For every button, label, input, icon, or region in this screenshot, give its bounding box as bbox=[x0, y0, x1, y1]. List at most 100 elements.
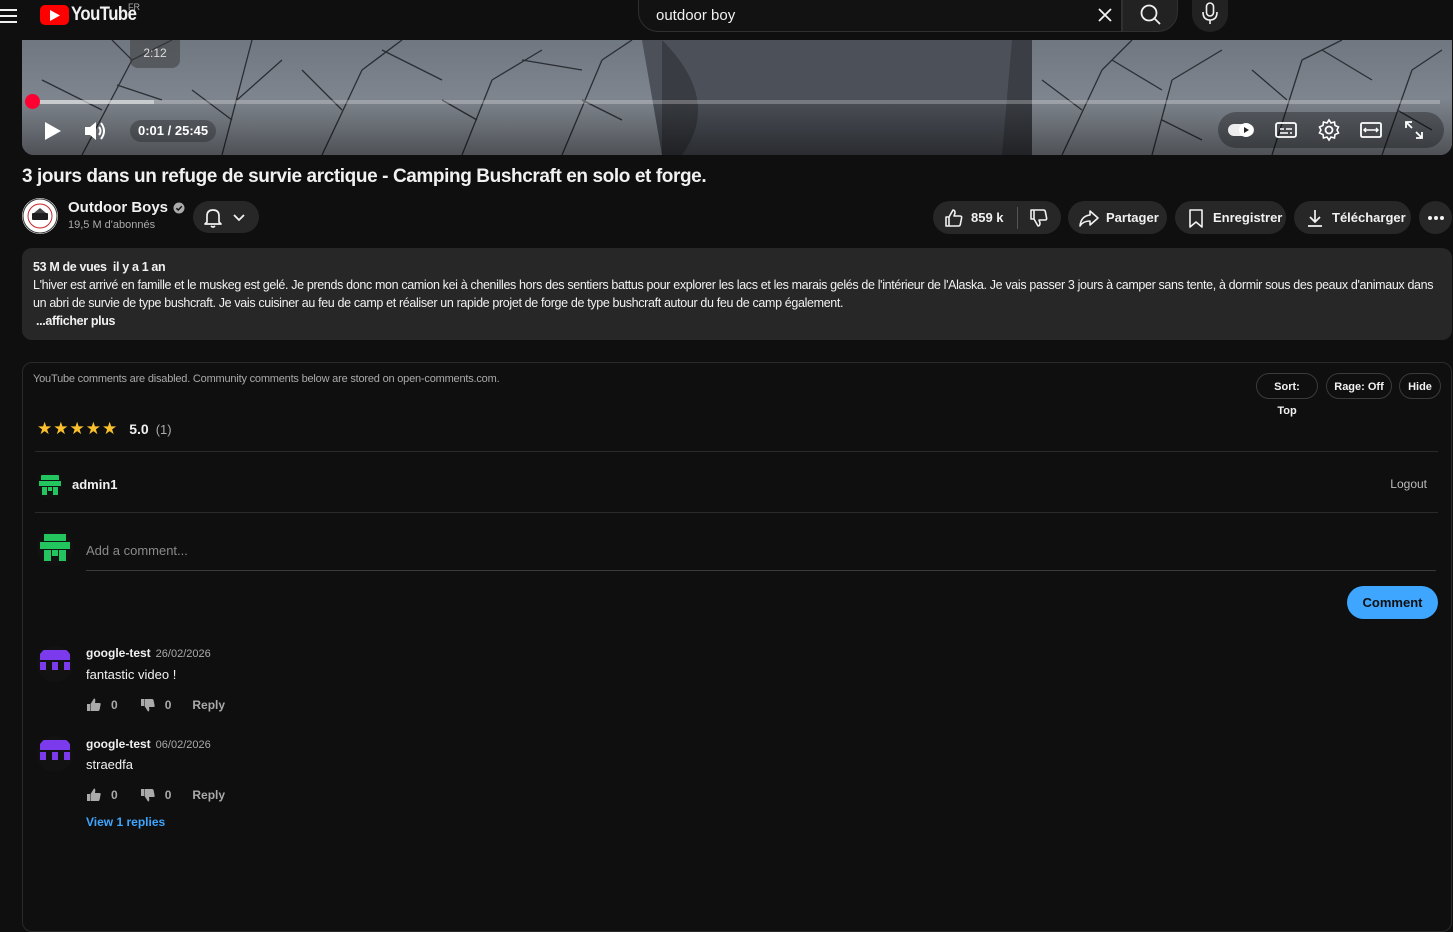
video-player[interactable]: 2:12 0:01 / 25:45 bbox=[22, 40, 1452, 155]
logo-text: YouTube bbox=[71, 4, 137, 25]
play-icon bbox=[45, 122, 61, 140]
description-box[interactable]: 53 M de vues il y a 1 an L'hiver est arr… bbox=[22, 248, 1452, 340]
rating-summary: ★ ★ ★ ★ ★ 5.0 (1) bbox=[37, 419, 172, 439]
subtitles-icon bbox=[1275, 122, 1297, 138]
search-icon bbox=[1140, 4, 1161, 25]
channel-name[interactable]: Outdoor Boys bbox=[68, 199, 185, 216]
download-icon bbox=[1308, 209, 1322, 227]
masthead: YouTube FR bbox=[0, 0, 1453, 32]
country-code: FR bbox=[128, 2, 140, 12]
commenter-avatar bbox=[37, 736, 73, 772]
divider bbox=[35, 512, 1438, 513]
share-button[interactable]: Partager bbox=[1068, 201, 1167, 234]
autoplay-toggle-icon bbox=[1228, 123, 1254, 137]
comment-author[interactable]: google-test 26/02/2026 bbox=[86, 646, 211, 660]
thumbs-down-icon bbox=[140, 699, 155, 712]
star-icon: ★ bbox=[37, 419, 53, 438]
submit-comment-button[interactable]: Comment bbox=[1347, 586, 1438, 619]
star-icon: ★ bbox=[53, 419, 69, 438]
comment-dislike-button[interactable]: 0 bbox=[140, 787, 171, 803]
youtube-logo[interactable]: YouTube FR bbox=[40, 2, 145, 27]
play-logo-icon bbox=[40, 5, 69, 25]
comment-author[interactable]: google-test 06/02/2026 bbox=[86, 737, 211, 751]
thumbs-up-icon bbox=[87, 788, 101, 801]
view-count: 53 M de vues bbox=[33, 260, 107, 274]
rating-score: 5.0 bbox=[129, 421, 149, 437]
play-button[interactable] bbox=[39, 118, 65, 144]
more-icon bbox=[1427, 215, 1444, 220]
dislike-button[interactable] bbox=[1018, 201, 1056, 234]
identicon-icon bbox=[37, 736, 73, 772]
comment-actions: 0 0 Reply bbox=[86, 787, 225, 803]
comment-date: 06/02/2026 bbox=[155, 739, 211, 751]
star-icon: ★ bbox=[102, 419, 118, 438]
comments-notice: YouTube comments are disabled. Community… bbox=[33, 373, 500, 385]
comment-like-count: 0 bbox=[111, 788, 118, 802]
progress-scrubber[interactable] bbox=[25, 94, 40, 109]
identicon-icon bbox=[37, 646, 73, 682]
search-button[interactable] bbox=[1122, 0, 1178, 32]
comments-panel: YouTube comments are disabled. Community… bbox=[22, 362, 1452, 932]
thumbs-up-icon bbox=[87, 698, 101, 711]
fullscreen-icon bbox=[1405, 121, 1423, 139]
notifications-button[interactable] bbox=[193, 201, 259, 233]
share-label: Partager bbox=[1106, 210, 1159, 225]
theater-mode-icon bbox=[1360, 122, 1382, 138]
buffered-bar bbox=[34, 100, 154, 104]
comment-like-count: 0 bbox=[111, 698, 118, 712]
comment-like-button[interactable]: 0 bbox=[86, 787, 118, 803]
video-title: 3 jours dans un refuge de survie arctiqu… bbox=[22, 166, 707, 187]
theater-mode-button[interactable] bbox=[1359, 119, 1383, 141]
logout-link[interactable]: Logout bbox=[1390, 477, 1427, 491]
hide-comments-button[interactable]: Hide bbox=[1399, 373, 1441, 399]
subtitles-button[interactable] bbox=[1274, 119, 1298, 141]
progress-bar[interactable] bbox=[34, 100, 1440, 104]
more-actions-button[interactable] bbox=[1419, 201, 1452, 234]
comment-actions: 0 0 Reply bbox=[86, 697, 225, 713]
thumbs-down-icon bbox=[1029, 208, 1048, 227]
comment-author-name: google-test bbox=[86, 646, 151, 660]
star-icon: ★ bbox=[69, 419, 85, 438]
channel-logo bbox=[22, 198, 58, 234]
save-label: Enregistrer bbox=[1213, 210, 1283, 225]
voice-search-button[interactable] bbox=[1192, 0, 1228, 32]
gear-icon bbox=[1318, 118, 1340, 142]
show-more-link[interactable]: ...afficher plus bbox=[36, 312, 1441, 330]
download-button[interactable]: Télécharger bbox=[1294, 201, 1411, 234]
star-icon: ★ bbox=[85, 419, 101, 438]
channel-name-text: Outdoor Boys bbox=[68, 199, 168, 216]
comment-dislike-button[interactable]: 0 bbox=[140, 697, 171, 713]
comment-input[interactable] bbox=[86, 531, 1436, 571]
identicon-icon bbox=[37, 472, 63, 498]
menu-icon[interactable] bbox=[0, 6, 20, 26]
view-replies-link[interactable]: View 1 replies bbox=[86, 815, 165, 829]
autoplay-toggle[interactable] bbox=[1226, 120, 1256, 140]
reply-button[interactable]: Reply bbox=[192, 698, 225, 712]
thumbs-up-icon bbox=[945, 208, 963, 227]
volume-button[interactable] bbox=[82, 118, 110, 144]
like-dislike-group: 859 k bbox=[933, 201, 1061, 234]
subscriber-count: 19,5 M d'abonnés bbox=[68, 219, 156, 231]
reply-button[interactable]: Reply bbox=[192, 788, 225, 802]
comment-like-button[interactable]: 0 bbox=[86, 697, 118, 713]
comment-text: straedfa bbox=[86, 757, 133, 772]
current-user-avatar bbox=[37, 472, 63, 498]
search-input[interactable] bbox=[654, 5, 1074, 25]
save-button[interactable]: Enregistrer bbox=[1175, 201, 1286, 234]
settings-button[interactable] bbox=[1317, 118, 1341, 142]
volume-icon bbox=[85, 122, 105, 140]
upload-age: il y a 1 an bbox=[112, 260, 166, 274]
rating-count: (1) bbox=[155, 421, 172, 437]
description-text: L'hiver est arrivé en famille et le musk… bbox=[33, 278, 1434, 310]
channel-avatar[interactable] bbox=[22, 198, 58, 234]
like-count: 859 k bbox=[971, 210, 1004, 225]
like-button[interactable]: 859 k bbox=[933, 201, 1017, 234]
verified-icon bbox=[173, 202, 185, 213]
fullscreen-button[interactable] bbox=[1402, 118, 1426, 142]
thumbs-down-icon bbox=[140, 789, 155, 802]
clear-search-icon[interactable] bbox=[1095, 5, 1115, 25]
download-label: Télécharger bbox=[1332, 210, 1406, 225]
commenter-avatar bbox=[37, 646, 73, 682]
rage-toggle-button[interactable]: Rage: Off bbox=[1326, 373, 1392, 399]
sort-button[interactable]: Sort: Top bbox=[1256, 373, 1318, 417]
